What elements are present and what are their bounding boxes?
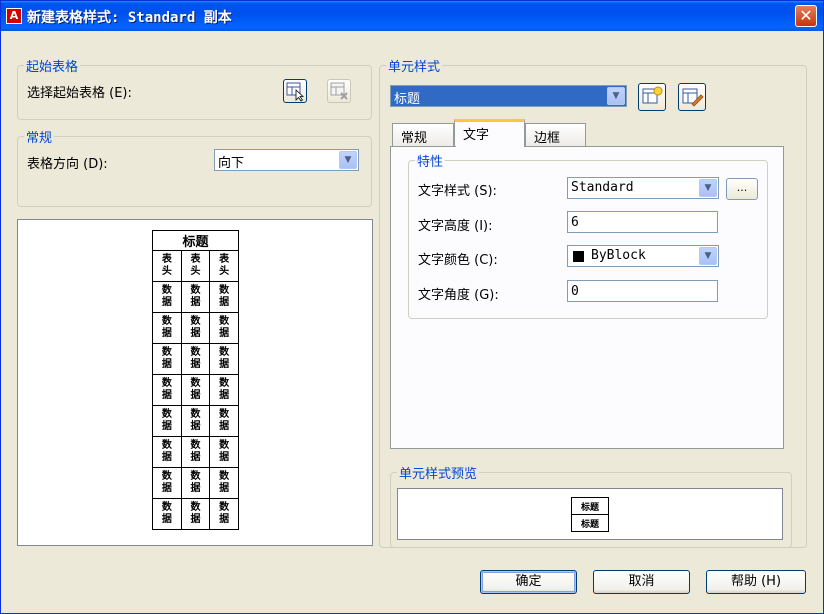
autocad-app-icon: A xyxy=(6,8,22,24)
new-cell-style-button[interactable] xyxy=(638,83,666,111)
preview-data-cell: 数据 xyxy=(152,498,182,530)
chevron-down-icon: ▼ xyxy=(607,87,625,105)
dialog-title: 新建表格样式: Standard 副本 xyxy=(27,10,232,26)
text-height-input[interactable]: 6 xyxy=(567,211,718,233)
cell-preview-title-1: 标题 xyxy=(571,497,609,515)
preview-data-cell: 数据 xyxy=(209,467,239,499)
text-angle-label: 文字角度 (G): xyxy=(418,288,499,303)
text-height-value: 6 xyxy=(571,215,579,230)
cell-preview-title-2: 标题 xyxy=(571,514,609,532)
table-remove-icon xyxy=(330,82,348,100)
preview-header-cell: 表头 xyxy=(180,250,211,282)
text-style-select[interactable]: Standard ▼ xyxy=(567,177,719,199)
preview-data-cell: 数据 xyxy=(180,312,211,344)
help-button[interactable]: 帮助 (H) xyxy=(706,570,806,594)
text-color-select[interactable]: ByBlock ▼ xyxy=(567,245,719,267)
cancel-button[interactable]: 取消 xyxy=(593,570,690,594)
preview-data-cell: 数据 xyxy=(180,343,211,375)
ok-button[interactable]: 确定 xyxy=(480,570,577,594)
table-pick-icon xyxy=(286,82,305,102)
preview-header-cell: 表头 xyxy=(209,250,239,282)
preview-title-cell: 标题 xyxy=(152,230,239,251)
general-legend: 常规 xyxy=(26,131,53,146)
table-direction-select[interactable]: 向下 ▼ xyxy=(214,149,359,171)
text-color-value: ByBlock xyxy=(591,248,646,263)
dialog-window: A 新建表格样式: Standard 副本 ✕ 起始表格 选择起始表格 (E):… xyxy=(0,0,824,614)
preview-data-cell: 数据 xyxy=(180,436,211,468)
tab-general[interactable]: 常规 xyxy=(392,123,454,147)
preview-data-cell: 数据 xyxy=(152,312,182,344)
cell-styles-legend: 单元样式 xyxy=(388,60,441,75)
select-start-table-label: 选择起始表格 (E): xyxy=(27,86,132,101)
close-button[interactable]: ✕ xyxy=(795,5,817,27)
preview-data-cell: 数据 xyxy=(152,405,182,437)
browse-text-style-button[interactable]: ... xyxy=(726,178,758,200)
table-direction-value: 向下 xyxy=(218,156,245,171)
preview-data-cell: 数据 xyxy=(209,312,239,344)
preview-data-cell: 数据 xyxy=(180,281,211,313)
preview-data-cell: 数据 xyxy=(152,374,182,406)
preview-data-cell: 数据 xyxy=(180,405,211,437)
title-bar: A 新建表格样式: Standard 副本 ✕ xyxy=(1,1,823,31)
chevron-down-icon: ▼ xyxy=(699,247,717,265)
text-style-label: 文字样式 (S): xyxy=(418,184,497,199)
preview-data-cell: 数据 xyxy=(209,436,239,468)
table-direction-label: 表格方向 (D): xyxy=(27,157,108,172)
tab-border[interactable]: 边框 xyxy=(525,123,586,147)
preview-data-cell: 数据 xyxy=(209,281,239,313)
properties-legend: 特性 xyxy=(417,155,444,170)
cell-style-select[interactable]: 标题 ▼ xyxy=(390,85,627,107)
text-color-label: 文字颜色 (C): xyxy=(418,253,498,268)
color-swatch xyxy=(573,251,584,262)
remove-start-table-button[interactable] xyxy=(327,79,351,103)
cell-preview-table: 标题 标题 xyxy=(571,497,609,532)
preview-data-cell: 数据 xyxy=(209,498,239,530)
preview-data-cell: 数据 xyxy=(180,498,211,530)
preview-data-cell: 数据 xyxy=(152,467,182,499)
preview-data-cell: 数据 xyxy=(152,343,182,375)
preview-data-cell: 数据 xyxy=(209,343,239,375)
chevron-down-icon: ▼ xyxy=(339,151,357,169)
preview-data-cell: 数据 xyxy=(152,281,182,313)
cell-preview-legend: 单元样式预览 xyxy=(399,467,478,482)
new-cell-style-icon xyxy=(642,86,663,104)
preview-header-cell: 表头 xyxy=(152,250,182,282)
text-angle-value: 0 xyxy=(571,284,579,299)
text-style-value: Standard xyxy=(571,180,634,195)
manage-cell-styles-button[interactable] xyxy=(678,83,706,111)
text-height-label: 文字高度 (I): xyxy=(418,219,493,234)
preview-table: 标题 表头 表头 表头 数据 数据 数据 数据 数据 数据 数据 数据 数据 数据 数据 数据 数据 数据 数据数… xyxy=(152,230,239,530)
cell-style-preview: 标题 标题 xyxy=(397,488,783,540)
manage-cell-styles-icon xyxy=(682,88,704,107)
cell-style-value: 标题 xyxy=(394,92,421,107)
preview-data-cell: 数据 xyxy=(152,436,182,468)
text-angle-input[interactable]: 0 xyxy=(567,280,718,302)
preview-data-cell: 数据 xyxy=(180,374,211,406)
preview-data-cell: 数据 xyxy=(180,467,211,499)
preview-data-cell: 数据 xyxy=(209,405,239,437)
tab-text[interactable]: 文字 xyxy=(454,119,525,147)
start-table-legend: 起始表格 xyxy=(26,60,79,75)
chevron-down-icon: ▼ xyxy=(699,179,717,197)
table-preview: 标题 表头 表头 表头 数据 数据 数据 数据 数据 数据 数据 数据 数据 数据 数据 数据 数据 数据 数据数… xyxy=(17,219,373,546)
preview-data-cell: 数据 xyxy=(209,374,239,406)
select-start-table-button[interactable] xyxy=(283,79,307,103)
